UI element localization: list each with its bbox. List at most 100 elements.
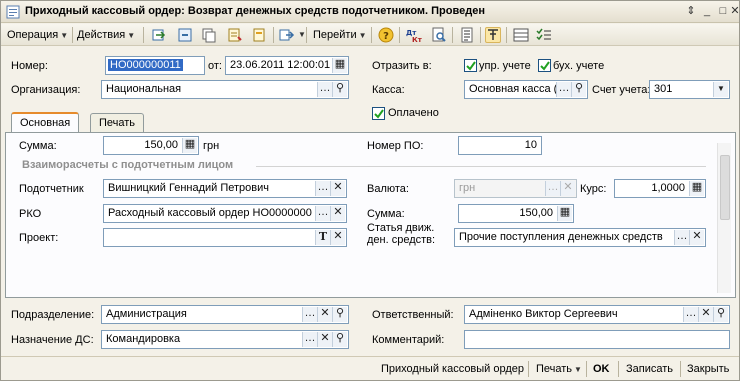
- toolbar: Операция ▼ Действия ▼ ▼ Перейти ▼ ? Дт Кт: [1, 24, 739, 46]
- close-button[interactable]: ✕: [729, 4, 739, 19]
- org-field[interactable]: Национальная … ⚲: [101, 80, 349, 99]
- account-select[interactable]: 301 ▼: [649, 80, 730, 99]
- footer-separator: [528, 361, 529, 377]
- sum2-label: Сумма:: [367, 208, 405, 220]
- search-icon[interactable]: ⚲: [332, 307, 347, 322]
- svg-text:Кт: Кт: [412, 36, 422, 43]
- comment-label: Комментарий:: [372, 334, 445, 346]
- clear-icon[interactable]: ✕: [317, 332, 332, 347]
- cashbox-label: Касса:: [372, 84, 405, 96]
- tab-main[interactable]: Основная: [11, 112, 80, 133]
- pin-icon[interactable]: ⇕: [683, 4, 699, 19]
- rko-field[interactable]: Расходный кассовый ордер НО0000000 … ✕: [103, 204, 347, 223]
- filter-icon[interactable]: [485, 27, 501, 43]
- select-button[interactable]: …: [683, 307, 698, 322]
- settings-icon[interactable]: [536, 27, 552, 43]
- clear-icon[interactable]: ✕: [689, 230, 704, 245]
- project-field[interactable]: T ✕: [103, 228, 347, 247]
- footer-divider: [1, 356, 739, 357]
- select-button[interactable]: …: [315, 206, 330, 221]
- cashflow-field[interactable]: Прочие поступления денежных средств … ✕: [454, 228, 706, 247]
- clear-icon[interactable]: ✕: [698, 307, 713, 322]
- receipt-print-button[interactable]: Приходный кассовый ордер: [381, 361, 524, 377]
- account-value: 301: [654, 83, 673, 95]
- select-button[interactable]: …: [674, 230, 689, 245]
- tab-print[interactable]: Печать: [90, 113, 145, 133]
- comment-field[interactable]: [464, 330, 730, 349]
- goto-menu[interactable]: Перейти ▼: [313, 27, 367, 43]
- post-icon[interactable]: [151, 27, 167, 43]
- responsible-field[interactable]: Адміненко Виктор Сергеевич … ✕ ⚲: [464, 305, 730, 324]
- search-icon[interactable]: ⚲: [332, 332, 347, 347]
- toolbar-separator: [306, 27, 307, 43]
- columns-icon[interactable]: [513, 27, 529, 43]
- actions-menu[interactable]: Действия ▼: [77, 27, 135, 43]
- save-button[interactable]: Записать: [626, 361, 673, 377]
- clear-icon[interactable]: ✕: [317, 307, 332, 322]
- operation-menu[interactable]: Операция ▼: [7, 27, 68, 43]
- purpose-field[interactable]: Командировка … ✕ ⚲: [101, 330, 349, 349]
- help-icon[interactable]: ?: [378, 27, 394, 43]
- clear-icon[interactable]: ✕: [330, 230, 345, 245]
- select-button[interactable]: …: [302, 307, 317, 322]
- dropdown-arrow-icon: ▼: [127, 31, 136, 40]
- window-title: Приходный кассовый ордер: Возврат денежн…: [25, 5, 485, 17]
- select-button[interactable]: …: [315, 181, 330, 196]
- currency-field: грн … ✕: [454, 179, 577, 198]
- dropdown-arrow-icon[interactable]: ▼: [298, 30, 306, 39]
- search-icon[interactable]: ⚲: [713, 307, 728, 322]
- toolbar-separator: [480, 27, 481, 43]
- goto-menu-label: Перейти: [313, 29, 357, 41]
- cashflow-label-line2: ден. средств:: [367, 234, 436, 246]
- movements-icon[interactable]: [227, 27, 243, 43]
- dropdown-arrow-icon: ▼: [358, 31, 367, 40]
- sum-field[interactable]: 150,00 ▦: [103, 136, 199, 155]
- print-menu-button[interactable]: Печать ▼: [536, 361, 582, 377]
- vertical-scrollbar[interactable]: [717, 143, 731, 293]
- clear-icon[interactable]: ✕: [330, 181, 345, 196]
- chevron-down-icon[interactable]: ▼: [713, 82, 728, 97]
- clear-icon[interactable]: ✕: [330, 206, 345, 221]
- calculator-icon[interactable]: ▦: [557, 206, 572, 221]
- document-stack-icon[interactable]: [251, 27, 267, 43]
- person-field[interactable]: Вишницкий Геннадий Петрович … ✕: [103, 179, 347, 198]
- footer-separator: [680, 361, 681, 377]
- document-window: Приходный кассовый ордер: Возврат денежн…: [0, 0, 740, 381]
- sum2-field[interactable]: 150,00 ▦: [458, 204, 574, 223]
- text-type-icon[interactable]: T: [315, 230, 330, 245]
- post-and-close-icon[interactable]: [177, 27, 193, 43]
- purpose-value: Командировка: [106, 333, 181, 345]
- list-icon[interactable]: [459, 27, 475, 43]
- rate-field[interactable]: 1,0000 ▦: [614, 179, 706, 198]
- scrollbar-thumb[interactable]: [720, 155, 730, 220]
- cashbox-field[interactable]: Основная касса ( … ⚲: [464, 80, 588, 99]
- minimize-button[interactable]: _: [699, 4, 715, 19]
- copy-icon[interactable]: [201, 27, 217, 43]
- select-button[interactable]: …: [317, 82, 332, 97]
- close-form-button[interactable]: Закрыть: [687, 361, 729, 377]
- po-number-value: 10: [524, 139, 537, 151]
- calculator-icon[interactable]: ▦: [182, 138, 197, 153]
- calculator-icon[interactable]: ▦: [689, 181, 704, 196]
- dropdown-arrow-icon: ▼: [574, 365, 582, 374]
- date-field[interactable]: 23.06.2011 12:00:01 ▦: [225, 56, 349, 75]
- section-title: Взаиморасчеты с подотчетным лицом: [22, 159, 234, 171]
- rate-value: 1,0000: [651, 182, 685, 194]
- reflect-mgmt-checkbox[interactable]: [464, 59, 477, 72]
- search-icon[interactable]: ⚲: [571, 82, 586, 97]
- structure-icon[interactable]: [279, 27, 295, 43]
- calendar-icon[interactable]: ▦: [332, 58, 347, 73]
- toolbar-separator: [371, 27, 372, 43]
- reflect-acc-checkbox[interactable]: [538, 59, 551, 72]
- preview-icon[interactable]: [431, 27, 447, 43]
- dropdown-arrow-icon: ▼: [60, 31, 69, 40]
- select-button[interactable]: …: [556, 82, 571, 97]
- select-button[interactable]: …: [302, 332, 317, 347]
- dtkt-icon[interactable]: Дт Кт: [406, 27, 423, 44]
- department-value: Администрация: [106, 308, 187, 320]
- search-icon[interactable]: ⚲: [332, 82, 347, 97]
- department-field[interactable]: Администрация … ✕ ⚲: [101, 305, 349, 324]
- ok-button[interactable]: OK: [593, 361, 610, 377]
- po-number-field[interactable]: 10: [458, 136, 542, 155]
- number-field[interactable]: НО000000011: [105, 56, 205, 75]
